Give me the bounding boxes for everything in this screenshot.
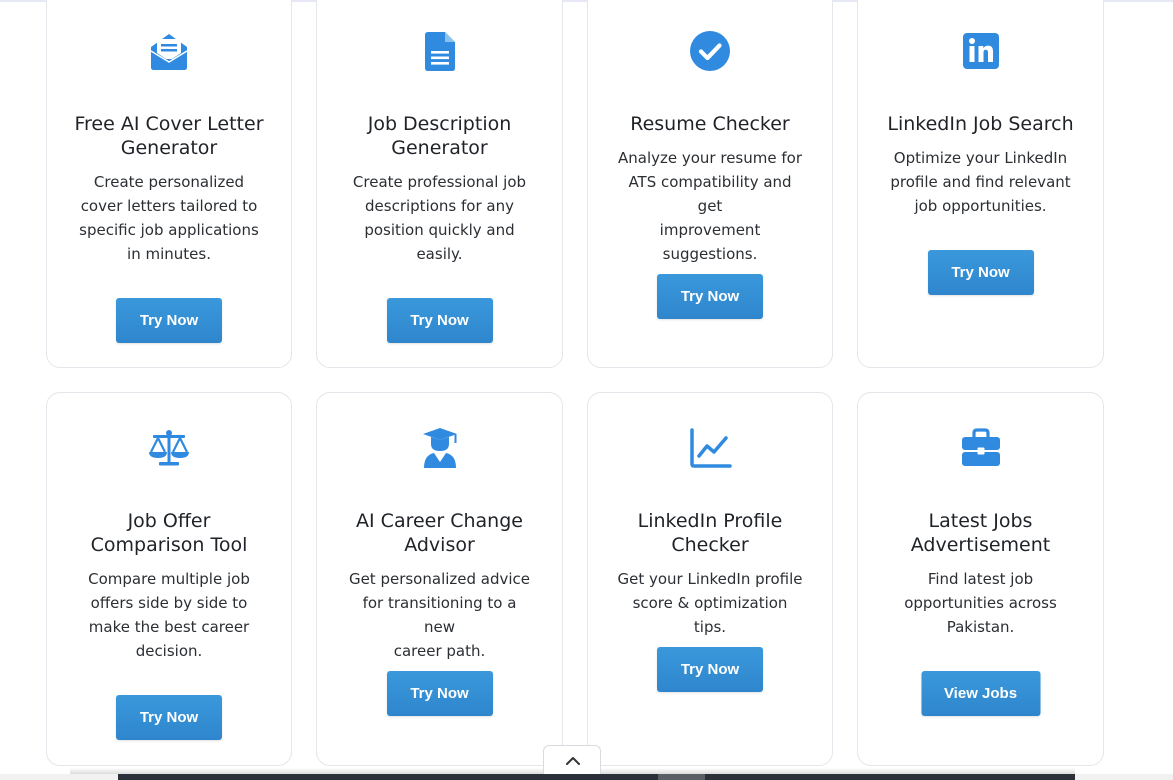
try-now-button[interactable]: Try Now [927,250,1034,295]
card-desc-line: in minutes. [127,245,211,263]
card-desc-line: job opportunities. [914,197,1047,215]
card-desc-line: improvement [659,221,761,239]
try-now-button[interactable]: Try Now [116,695,222,740]
card-desc-line: for transitioning to a new [362,594,517,636]
tool-card-job-offer-comparison: Job Offer Comparison Tool Compare multipl… [46,392,292,766]
card-title-line: AI Career Change [356,510,523,532]
scrollbar-grip [658,774,705,780]
card-desc-line: offers side by side to [90,594,248,612]
tool-card-cover-letter: Free AI Cover Letter Generator Create per… [46,0,292,368]
card-desc-line: specific job applications [79,221,259,239]
card-title-line: Comparison Tool [90,534,248,556]
card-title-line: Latest Jobs [928,510,1033,532]
try-now-button[interactable]: Try Now [116,298,222,343]
card-title-line: LinkedIn Profile [637,510,783,532]
card-desc-line: ATS compatibility and get [628,173,792,215]
card-desc-line: Compare multiple job [88,570,250,588]
card-title-line: Job Description [367,113,512,135]
card-desc-line: Optimize your LinkedIn [893,149,1068,167]
tool-card-linkedin-profile-checker: LinkedIn Profile Checker Get your LinkedI… [587,392,833,766]
card-title-line: LinkedIn Job Search [887,113,1074,135]
card-desc-line: easily. [416,245,463,263]
tool-card-linkedin-job-search: LinkedIn Job Search Optimize your Linked… [857,0,1104,368]
card-desc-line: decision. [135,642,203,660]
card-title-line: Advisor [404,534,475,556]
card-desc-line: Get your LinkedIn profile [617,570,803,588]
card-desc-line: Analyze your resume for [618,149,802,167]
card-title-line: Checker [671,534,749,556]
card-desc-line: suggestions. [662,245,758,263]
line-chart-icon [688,426,732,470]
card-desc-line: score & optimization tips. [632,594,788,636]
try-now-button[interactable]: Try Now [657,274,763,319]
card-desc-line: Create personalized [93,173,245,191]
card-title-line: Generator [120,137,218,159]
card-title-line: Resume Checker [630,113,790,135]
envelope-open-icon [147,29,191,73]
document-icon [418,29,462,73]
card-title-line: Generator [391,137,488,159]
tool-card-latest-jobs: Latest Jobs Advertisement Find latest job… [857,392,1104,766]
card-desc-line: career path. [393,642,486,660]
card-desc-line: Pakistan. [946,618,1015,636]
tool-card-resume-checker: Resume Checker Analyze your resume for AT… [587,0,833,368]
card-desc-line: profile and find relevant [890,173,1071,191]
horizontal-scrollbar-thumb[interactable] [118,774,1075,780]
card-title-line: Advertisement [910,534,1051,556]
chevron-up-icon [566,757,580,765]
card-desc-line: make the best career [88,618,250,636]
card-desc-line: opportunities across [904,594,1057,612]
balance-scale-icon [147,426,191,470]
card-desc-line: Get personalized advice [348,570,531,588]
try-now-button[interactable]: Try Now [386,298,493,343]
briefcase-icon [959,426,1003,470]
card-title-line: Job Offer [127,510,211,532]
card-desc-line: Create professional job [352,173,527,191]
view-jobs-button[interactable]: View Jobs [921,671,1040,716]
check-circle-icon [688,29,732,73]
graduate-user-icon [418,426,462,470]
linkedin-icon [959,29,1003,73]
card-title-line: Free AI Cover Letter [74,113,264,135]
try-now-button[interactable]: Try Now [386,671,493,716]
try-now-button[interactable]: Try Now [657,647,763,692]
card-desc-line: descriptions for any [365,197,514,215]
tool-card-job-description: Job Description Generator Create professi… [316,0,563,368]
card-desc-line: Find latest job [927,570,1034,588]
tool-card-career-change-advisor: AI Career Change Advisor Get personalized… [316,392,563,766]
card-desc-line: cover letters tailored to [80,197,258,215]
card-desc-line: position quickly and [364,221,515,239]
